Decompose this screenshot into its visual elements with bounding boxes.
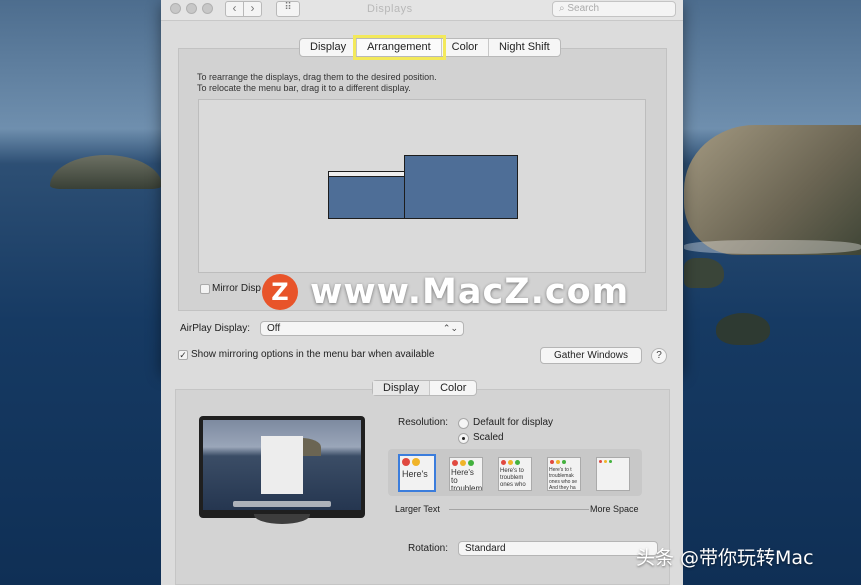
thumb-text: Here's [402,469,428,479]
scaled-options: Here's Here's to troublem Here's to trou… [388,449,642,496]
window-title: Displays [367,3,413,15]
scale-option-2[interactable]: Here's to troublem [449,457,483,491]
display-window: Display Color Resolution: Default for di… [161,372,683,585]
monitor-screen [203,420,361,510]
airplay-select[interactable]: Off ⌃⌄ [260,321,464,336]
tab-bar: Display Arrangement Color Night Shift [299,35,561,60]
shoreline [684,240,861,254]
search-input[interactable]: ⌕ Search [552,1,676,17]
scale-option-3[interactable]: Here's to troublem ones who [498,457,532,491]
close-button[interactable] [170,3,181,14]
resolution-label: Resolution: [398,417,449,428]
tab-color-2[interactable]: Color [430,381,476,395]
larger-text-label: Larger Text [395,504,440,514]
default-for-display-label: Default for display [473,417,554,428]
island-left [50,155,162,189]
tab-bar-2: Display Color [372,380,478,396]
title-bar: ‹ › ⠿ Displays ⌕ Search [161,0,683,21]
tab-display[interactable]: Display [300,39,358,56]
screen-document [261,436,303,494]
scale-option-4[interactable]: Here's to t troublemak ones who se And t… [547,457,581,491]
rotation-select[interactable]: Standard [458,541,658,556]
scale-slider-track [449,509,589,510]
tab-arrangement[interactable]: Arrangement [353,35,446,60]
thumb-text: Here's to t troublemak ones who se And t… [549,467,578,491]
scaled-label: Scaled [473,432,504,443]
instruction-text: To rearrange the displays, drag them to … [197,72,437,82]
arrangement-area [198,99,646,273]
watermark-text: www.MacZ.com [310,272,630,312]
chevron-updown-icon: ⌃⌄ [442,323,458,333]
scale-option-1[interactable]: Here's [398,454,436,492]
screen-dock [233,501,331,507]
thumb-text: Here's to troublem ones who [500,468,526,488]
monitor-image [199,416,365,518]
scale-option-5[interactable] [596,457,630,491]
island-right [684,125,861,255]
instruction-text: To relocate the menu bar, drag it to a d… [197,83,411,93]
tab-display-2[interactable]: Display [373,381,431,395]
source-stamp: 头条 @带你玩转Mac [636,547,814,569]
forward-button[interactable]: › [243,1,262,17]
rock [716,313,770,345]
airplay-value: Off [267,323,281,334]
airplay-label: AirPlay Display: [180,323,251,334]
gather-windows-button[interactable]: Gather Windows [540,347,642,364]
thumb-text: Here's to troublem [451,468,483,491]
tab-color[interactable]: Color [442,39,489,56]
tab-night-shift[interactable]: Night Shift [489,39,560,56]
macz-logo: Z [262,274,298,310]
rock [684,258,724,288]
help-button[interactable]: ? [651,348,667,364]
minimize-button[interactable] [186,3,197,14]
rotation-value: Standard [465,543,506,554]
show-mirroring-label: Show mirroring options in the menu bar w… [191,349,435,360]
show-mirroring-checkbox[interactable]: ✓ [178,350,188,360]
zoom-button[interactable] [202,3,213,14]
show-all-button[interactable]: ⠿ [276,1,300,17]
mirror-displays-checkbox[interactable] [200,284,210,294]
mirror-displays-label: Mirror Disp [212,283,261,294]
secondary-display[interactable] [328,171,405,219]
radio-scaled[interactable] [458,433,469,444]
more-space-label: More Space [590,504,639,514]
watermark: Z www.MacZ.com [262,272,629,312]
radio-default-for-display[interactable] [458,418,469,429]
back-button[interactable]: ‹ [225,1,244,17]
main-display[interactable] [404,155,518,219]
search-placeholder: Search [567,3,600,14]
menu-bar-indicator[interactable] [329,172,404,177]
rotation-label: Rotation: [408,543,449,554]
displays-window: ‹ › ⠿ Displays ⌕ Search Display Arrangem… [161,0,683,372]
